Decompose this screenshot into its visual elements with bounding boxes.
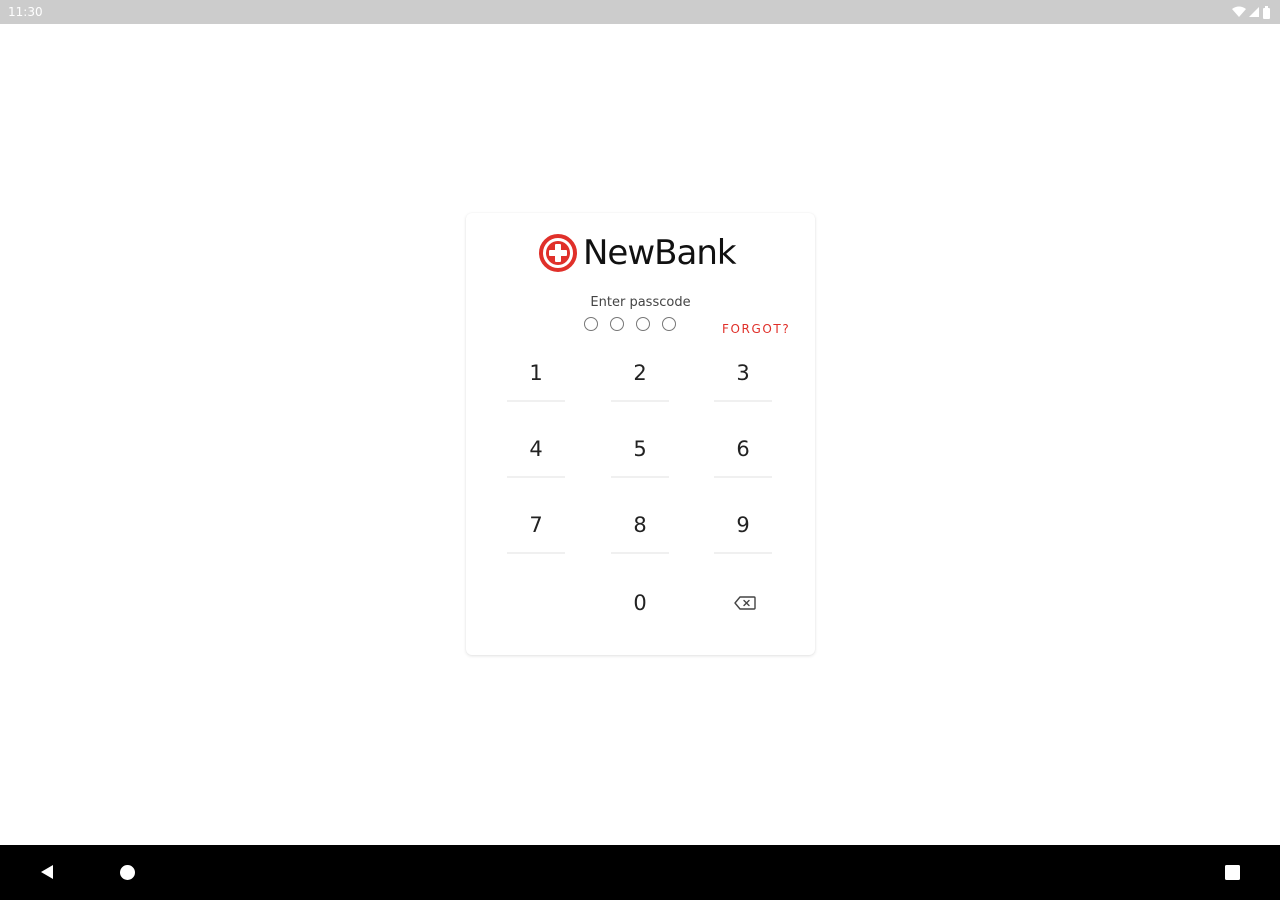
keypad-key-3[interactable]: 3 xyxy=(714,346,772,402)
keypad-key-5[interactable]: 5 xyxy=(611,422,669,478)
passcode-dot xyxy=(610,317,624,331)
navigation-bar xyxy=(0,845,1280,900)
backspace-icon xyxy=(734,596,756,610)
brand-logo: NewBank xyxy=(539,233,737,273)
keypad-key-4[interactable]: 4 xyxy=(507,422,565,478)
passcode-dot xyxy=(584,317,598,331)
backspace-button[interactable] xyxy=(716,575,774,631)
keypad-key-6[interactable]: 6 xyxy=(714,422,772,478)
status-icons xyxy=(1232,4,1270,20)
keypad-key-1[interactable]: 1 xyxy=(507,346,565,402)
passcode-prompt: Enter passcode xyxy=(590,295,691,310)
keypad-key-7[interactable]: 7 xyxy=(507,498,565,554)
forgot-passcode-link[interactable]: FORGOT? xyxy=(722,322,790,336)
keypad-key-2[interactable]: 2 xyxy=(611,346,669,402)
battery-icon xyxy=(1263,5,1270,19)
brand-name: NewBank xyxy=(583,233,737,273)
recents-icon[interactable] xyxy=(1225,865,1240,880)
keypad-key-9[interactable]: 9 xyxy=(714,498,772,554)
status-bar: 11:30 xyxy=(0,0,1280,24)
status-time: 11:30 xyxy=(8,5,43,19)
back-icon[interactable] xyxy=(39,864,55,880)
home-icon[interactable] xyxy=(120,865,135,880)
passcode-dots xyxy=(584,317,676,331)
passcode-dot xyxy=(662,317,676,331)
signal-icon xyxy=(1249,7,1259,17)
wifi-icon xyxy=(1232,6,1246,17)
keypad-key-0[interactable]: 0 xyxy=(611,575,669,631)
passcode-dot xyxy=(636,317,650,331)
keypad-key-8[interactable]: 8 xyxy=(611,498,669,554)
passcode-card: NewBank Enter passcode FORGOT? 1 2 3 4 5… xyxy=(466,213,815,655)
newbank-logo-icon xyxy=(539,234,577,272)
